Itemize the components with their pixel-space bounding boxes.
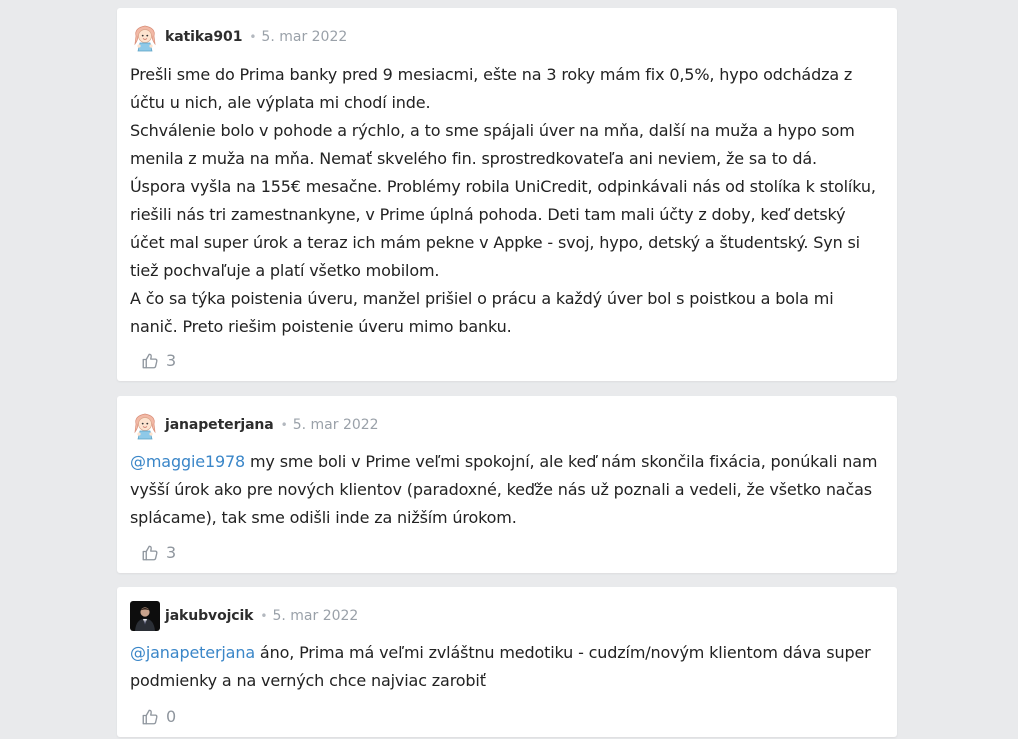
comment-card: janapeterjana • 5. mar 2022 @maggie1978 …	[117, 396, 897, 573]
comment-body: @maggie1978 my sme boli v Prime veľmi sp…	[130, 448, 883, 532]
separator-dot: •	[249, 30, 257, 44]
separator-dot: •	[260, 609, 268, 623]
comment-header: jakubvojcik • 5. mar 2022	[130, 601, 358, 631]
comment-author[interactable]: jakubvojcik	[165, 608, 254, 624]
comment-paragraph: Schválenie bolo v pohode a rýchlo, a to …	[130, 121, 855, 168]
separator-dot: •	[280, 418, 288, 432]
girl-avatar-icon[interactable]	[130, 22, 160, 52]
comment-feed: katika901 • 5. mar 2022 Prešli sme do Pr…	[0, 0, 1018, 739]
comment-header: janapeterjana • 5. mar 2022	[130, 410, 379, 440]
man-photo-avatar-icon[interactable]	[130, 601, 160, 631]
comment-date: 5. mar 2022	[261, 29, 348, 45]
comment-author[interactable]: janapeterjana	[165, 417, 274, 433]
comment-paragraph: @maggie1978 my sme boli v Prime veľmi sp…	[130, 448, 883, 532]
like-count: 0	[166, 707, 177, 726]
comment-paragraph: A čo sa týka poistenia úveru, manžel pri…	[130, 289, 834, 336]
comment-author[interactable]: katika901	[165, 29, 242, 45]
comment-date: 5. mar 2022	[292, 417, 379, 433]
user-mention-link[interactable]: @janapeterjana	[130, 643, 255, 662]
comment-body: @janapeterjana áno, Prima má veľmi zvláš…	[130, 639, 883, 695]
like-button[interactable]: 3	[141, 543, 176, 562]
comment-body: Prešli sme do Prima banky pred 9 mesiacm…	[130, 61, 883, 341]
user-mention-link[interactable]: @maggie1978	[130, 452, 245, 471]
girl-avatar-icon[interactable]	[130, 410, 160, 440]
comment-paragraph: Prešli sme do Prima banky pred 9 mesiacm…	[130, 65, 853, 112]
like-button[interactable]: 3	[141, 351, 176, 370]
comment-card: katika901 • 5. mar 2022 Prešli sme do Pr…	[117, 8, 897, 381]
comment-paragraph: @janapeterjana áno, Prima má veľmi zvláš…	[130, 639, 883, 695]
thumbs-up-icon	[142, 709, 158, 724]
like-count: 3	[166, 543, 177, 562]
comment-card: jakubvojcik • 5. mar 2022 @janapeterjana…	[117, 587, 897, 737]
like-count: 3	[166, 351, 177, 370]
comment-date: 5. mar 2022	[272, 608, 359, 624]
comment-paragraph: Úspora vyšla na 155€ mesačne. Problémy r…	[130, 177, 876, 280]
comment-header: katika901 • 5. mar 2022	[130, 22, 347, 52]
thumbs-up-icon	[142, 545, 158, 560]
thumbs-up-icon	[142, 353, 158, 368]
like-button[interactable]: 0	[141, 707, 176, 726]
